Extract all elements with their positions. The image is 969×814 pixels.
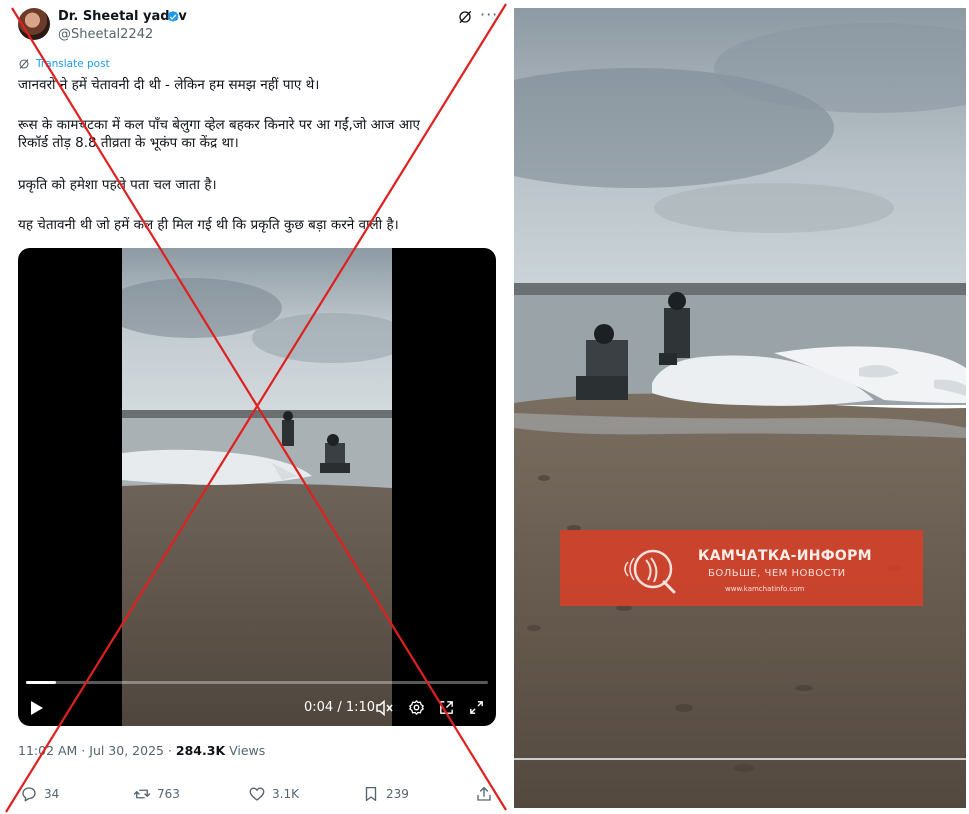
reply-icon <box>22 787 36 802</box>
kamchatka-inform-logo-icon <box>624 549 676 594</box>
like-count: 3.1K <box>272 787 299 801</box>
author-handle[interactable]: @Sheetal2242 <box>58 27 153 42</box>
reply-button[interactable]: 34 <box>20 785 59 803</box>
settings-icon[interactable] <box>408 699 425 716</box>
views-count: 284.3K <box>175 743 226 758</box>
share-button[interactable] <box>475 785 493 803</box>
mute-icon[interactable] <box>376 700 394 716</box>
repost-icon <box>133 789 151 799</box>
bookmark-icon <box>365 786 377 802</box>
video-player[interactable]: 0:04 / 1:10 <box>18 248 496 726</box>
watermark-url: www.kamchatinfo.com <box>725 585 805 593</box>
video-frame <box>122 248 392 726</box>
news-watermark: КАМЧАТКА-ИНФОРМ БОЛЬШЕ, ЧЕМ НОВОСТИ www.… <box>560 530 923 606</box>
post-timestamp[interactable]: 11:02 AM · Jul 30, 2025 · <box>18 743 176 758</box>
fullscreen-icon[interactable] <box>468 699 485 716</box>
more-options-icon[interactable]: ··· <box>480 5 498 24</box>
tweet-card: Dr. Sheetal yadav @Sheetal2242 ··· Trans… <box>0 0 508 814</box>
tweet-text-line: प्रकृति को हमेशा पहले पता चल जाता है। <box>18 177 217 193</box>
video-still-image <box>514 8 966 808</box>
picture-in-picture-icon[interactable] <box>438 699 455 716</box>
play-icon[interactable] <box>30 700 44 716</box>
repost-button[interactable]: 763 <box>133 785 180 803</box>
share-icon <box>477 786 491 801</box>
translate-post-label: Translate post <box>36 58 110 70</box>
tweet-text-line: जानवरों ने हमें चेतावनी दी थी - लेकिन हम… <box>18 77 320 93</box>
video-progress-bar[interactable] <box>26 681 488 684</box>
views-label: Views <box>225 743 266 758</box>
bookmark-count: 239 <box>386 787 409 801</box>
translate-post-link[interactable]: Translate post <box>18 58 110 70</box>
video-time: 0:04 / 1:10 <box>304 700 376 715</box>
verified-badge-icon <box>167 10 179 22</box>
tweet-text-line: यह चेतावनी थी जो हमें कल ही मिल गई थी कि… <box>18 217 399 233</box>
tweet-text-line: रिकॉर्ड तोड़ 8.8 तीव्रता के भूकंप का कें… <box>18 135 239 151</box>
avatar[interactable] <box>18 8 50 40</box>
heart-icon <box>249 787 265 801</box>
watermark-subtitle: БОЛЬШЕ, ЧЕМ НОВОСТИ <box>708 568 846 579</box>
grok-icon[interactable] <box>457 9 473 25</box>
tweet-text-line: रूस के कामचटका में कल पाँच बेलुगा व्हेल … <box>18 117 420 133</box>
video-progress-fill <box>26 681 57 684</box>
reply-count: 34 <box>44 787 60 801</box>
post-metadata: 11:02 AM · Jul 30, 2025 · 284.3K Views <box>18 743 265 758</box>
repost-count: 763 <box>157 787 180 801</box>
watermark-title: КАМЧАТКА-ИНФОРМ <box>698 548 872 564</box>
translate-icon <box>19 59 29 69</box>
like-button[interactable]: 3.1K <box>248 785 299 803</box>
bookmark-button[interactable]: 239 <box>362 785 409 803</box>
